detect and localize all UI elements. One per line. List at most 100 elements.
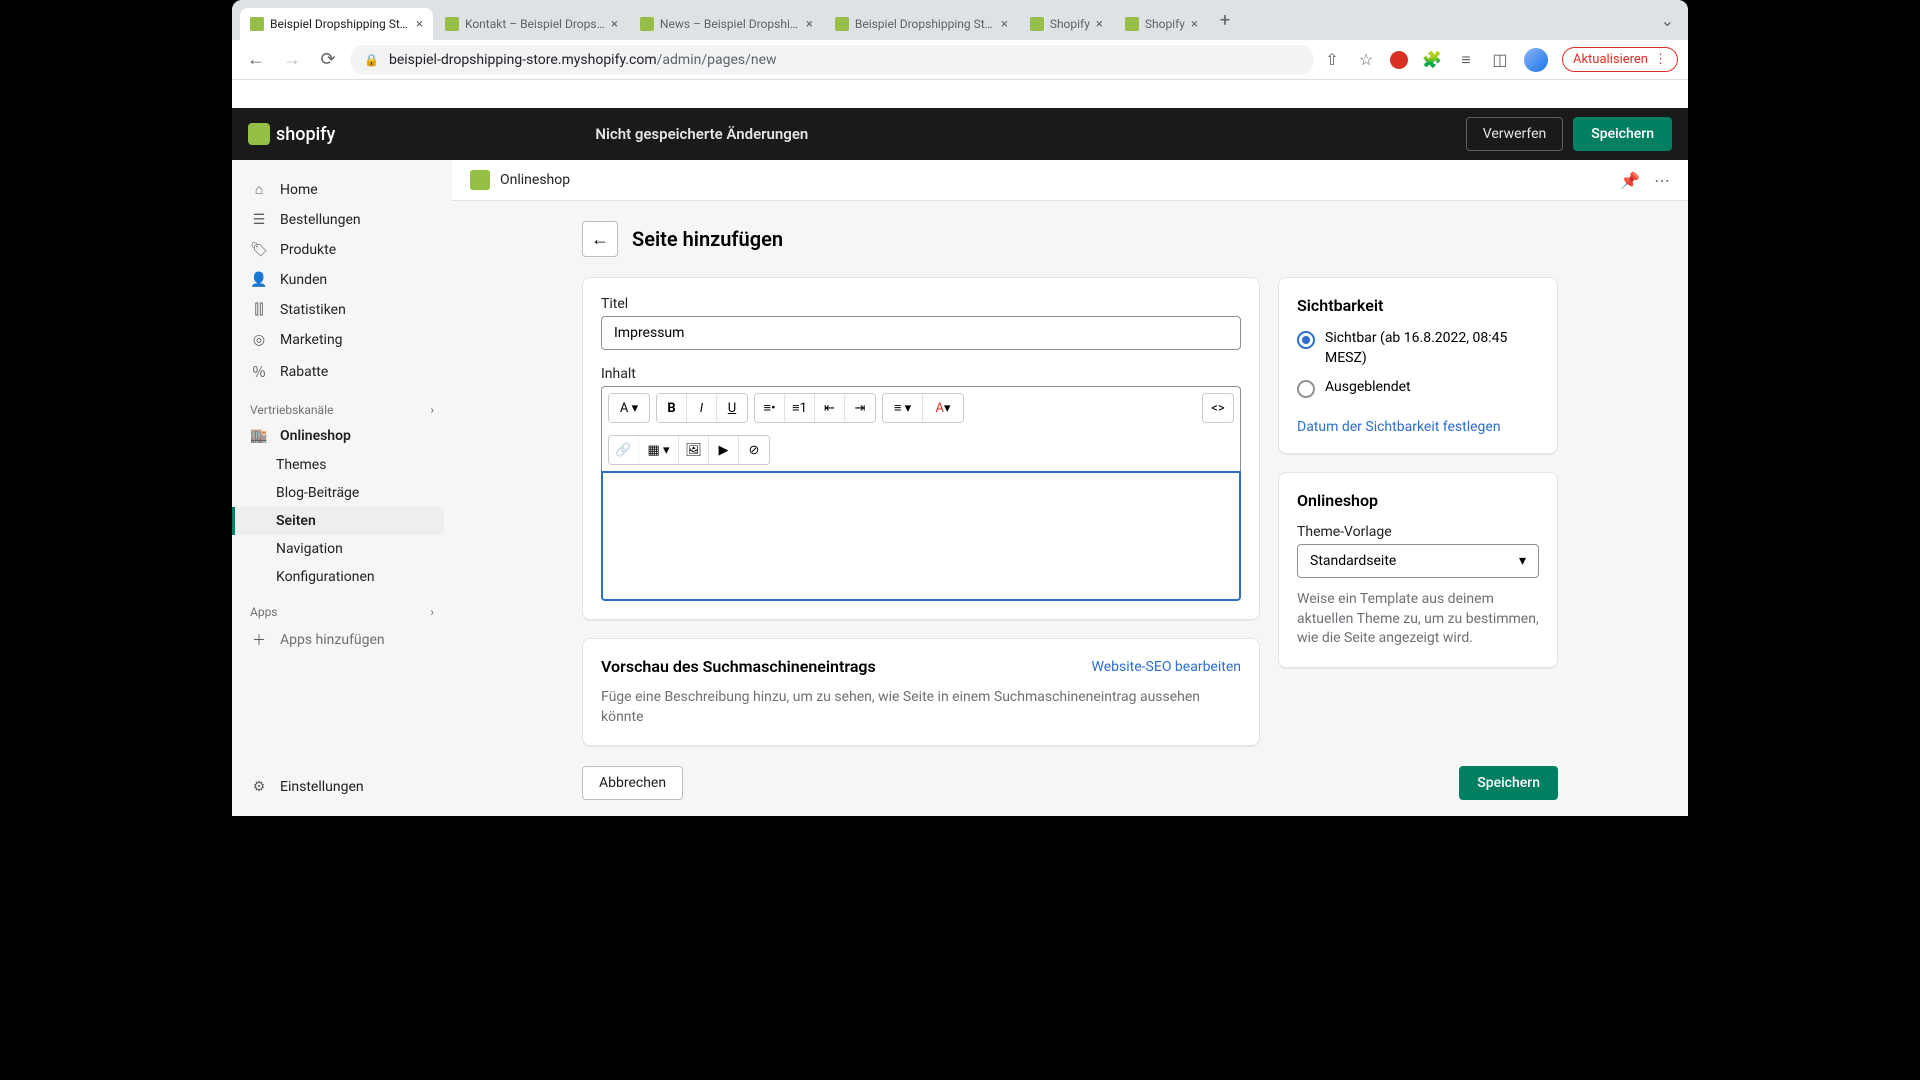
close-icon[interactable]: × bbox=[611, 17, 618, 32]
percent-icon: ％ bbox=[250, 362, 268, 382]
content-area: Onlineshop 📌 ⋯ ← Seite hinzufügen Titel … bbox=[452, 160, 1688, 816]
sidebar-sub-blog[interactable]: Blog-Beiträge bbox=[232, 479, 452, 507]
discard-button[interactable]: Verwerfen bbox=[1466, 117, 1564, 151]
sidebar-sub-config[interactable]: Konfigurationen bbox=[232, 563, 452, 591]
rte-italic-button[interactable]: I bbox=[687, 394, 717, 422]
radio-label: Ausgeblendet bbox=[1325, 378, 1411, 398]
sidepanel-icon[interactable]: ◫ bbox=[1490, 50, 1510, 69]
sidebar-item-label: Bestellungen bbox=[280, 212, 361, 228]
radio-label: Sichtbar (ab 16.8.2022, 08:45 MESZ) bbox=[1325, 329, 1539, 368]
sidebar-item-discounts[interactable]: ％ Rabatte bbox=[232, 355, 452, 389]
sidebar-item-label: Marketing bbox=[280, 332, 343, 348]
favicon-icon bbox=[835, 17, 849, 31]
browser-tab-2[interactable]: News – Beispiel Dropshipp × bbox=[630, 8, 823, 40]
title-input[interactable] bbox=[601, 316, 1241, 350]
sidebar-section-channels: Vertriebskanäle › bbox=[232, 389, 452, 421]
sidebar-item-settings[interactable]: ⚙Einstellungen bbox=[232, 772, 452, 802]
close-icon[interactable]: × bbox=[806, 17, 813, 32]
browser-tab-4[interactable]: Shopify × bbox=[1020, 8, 1113, 40]
rte-link-button[interactable]: 🔗 bbox=[609, 436, 639, 464]
chevron-right-icon[interactable]: › bbox=[430, 403, 434, 417]
visibility-card: Sichtbarkeit Sichtbar (ab 16.8.2022, 08:… bbox=[1278, 277, 1558, 454]
rte-outdent-button[interactable]: ⇤ bbox=[815, 394, 845, 422]
shopify-logo[interactable]: shopify bbox=[248, 123, 335, 145]
save-button-bottom[interactable]: Speichern bbox=[1459, 766, 1558, 800]
favicon-icon bbox=[640, 17, 654, 31]
tab-title: Shopify bbox=[1145, 17, 1185, 31]
close-icon[interactable]: × bbox=[1191, 17, 1198, 32]
chevron-down-icon: ▾ bbox=[1519, 553, 1526, 569]
template-heading: Onlineshop bbox=[1297, 491, 1539, 510]
radio-icon bbox=[1297, 331, 1315, 349]
pin-icon[interactable]: 📌 bbox=[1620, 171, 1640, 190]
rte-video-button[interactable]: ▶ bbox=[709, 436, 739, 464]
extension-icon[interactable] bbox=[1390, 51, 1408, 69]
sidebar-sub-pages[interactable]: Seiten bbox=[232, 507, 444, 535]
new-tab-button[interactable]: + bbox=[1210, 10, 1240, 31]
sidebar-item-products[interactable]: 🏷Produkte bbox=[232, 235, 452, 265]
template-select[interactable]: Standardseite ▾ bbox=[1297, 544, 1539, 578]
more-icon[interactable]: ⋯ bbox=[1654, 171, 1670, 190]
set-visibility-date-link[interactable]: Datum der Sichtbarkeit festlegen bbox=[1297, 419, 1501, 435]
rte-image-button[interactable]: 🖼 bbox=[679, 436, 709, 464]
section-label: Vertriebskanäle bbox=[250, 403, 333, 417]
cancel-button[interactable]: Abbrechen bbox=[582, 766, 683, 800]
seo-edit-link[interactable]: Website-SEO bearbeiten bbox=[1092, 659, 1241, 675]
back-button[interactable]: ← bbox=[582, 221, 618, 257]
url-input[interactable]: 🔒 beispiel-dropshipping-store.myshopify.… bbox=[350, 45, 1314, 75]
visibility-hidden-option[interactable]: Ausgeblendet bbox=[1297, 378, 1539, 398]
chevron-right-icon[interactable]: › bbox=[430, 605, 434, 619]
rte-indent-button[interactable]: ⇥ bbox=[845, 394, 875, 422]
sidebar-item-label: Rabatte bbox=[280, 364, 328, 380]
sidebar-item-customers[interactable]: 👤Kunden bbox=[232, 265, 452, 295]
sidebar-item-marketing[interactable]: ◎Marketing bbox=[232, 325, 452, 355]
sidebar-item-label: Statistiken bbox=[280, 302, 346, 318]
bookmark-icon[interactable]: ☆ bbox=[1356, 50, 1376, 69]
sidebar-item-home[interactable]: ⌂Home bbox=[232, 174, 452, 205]
sidebar-item-label: Apps hinzufügen bbox=[280, 632, 385, 648]
reading-list-icon[interactable]: ≡ bbox=[1456, 50, 1476, 70]
sidebar-item-analytics[interactable]: ⫿⫿Statistiken bbox=[232, 295, 452, 325]
visibility-visible-option[interactable]: Sichtbar (ab 16.8.2022, 08:45 MESZ) bbox=[1297, 329, 1539, 368]
rte-clear-button[interactable]: ⊘ bbox=[739, 436, 769, 464]
rte-color-button[interactable]: A ▾ bbox=[923, 394, 963, 422]
sidebar-sub-themes[interactable]: Themes bbox=[232, 451, 452, 479]
title-label: Titel bbox=[601, 296, 1241, 312]
app-topbar: shopify Nicht gespeicherte Änderungen Ve… bbox=[232, 108, 1688, 160]
url-path: /admin/pages/new bbox=[657, 52, 777, 68]
tabs-dropdown-icon[interactable]: ⌄ bbox=[1647, 11, 1688, 30]
rte-toolbar-row2: 🔗 ▦ ▾ 🖼 ▶ ⊘ bbox=[601, 429, 1241, 471]
close-icon[interactable]: × bbox=[1096, 17, 1103, 32]
rte-bullet-list-button[interactable]: ≡• bbox=[755, 394, 785, 422]
extensions-icon[interactable]: 🧩 bbox=[1422, 50, 1442, 69]
browser-toolbar: ⇧ ☆ 🧩 ≡ ◫ Aktualisieren ⋮ bbox=[1322, 47, 1678, 72]
rte-bold-button[interactable]: B bbox=[657, 394, 687, 422]
rte-number-list-button[interactable]: ≡1 bbox=[785, 394, 815, 422]
sidebar-sub-navigation[interactable]: Navigation bbox=[232, 535, 452, 563]
rte-underline-button[interactable]: U bbox=[717, 394, 747, 422]
store-icon bbox=[470, 170, 490, 190]
browser-tab-5[interactable]: Shopify × bbox=[1115, 8, 1208, 40]
rte-table-button[interactable]: ▦ ▾ bbox=[639, 436, 679, 464]
store-icon: 🏬 bbox=[250, 428, 268, 444]
select-value: Standardseite bbox=[1310, 553, 1396, 569]
close-icon[interactable]: × bbox=[1001, 17, 1008, 32]
rte-paragraph-button[interactable]: A ▾ bbox=[609, 394, 649, 422]
profile-avatar[interactable] bbox=[1524, 48, 1548, 72]
reload-icon[interactable]: ⟳ bbox=[314, 49, 342, 70]
tag-icon: 🏷 bbox=[250, 242, 268, 258]
browser-tab-3[interactable]: Beispiel Dropshipping Store × bbox=[825, 8, 1018, 40]
sidebar-item-orders[interactable]: ☰Bestellungen bbox=[232, 205, 452, 235]
back-icon[interactable]: ← bbox=[242, 49, 270, 70]
update-button[interactable]: Aktualisieren ⋮ bbox=[1562, 47, 1678, 72]
content-editor[interactable] bbox=[601, 471, 1241, 601]
rte-html-button[interactable]: <> bbox=[1203, 394, 1233, 422]
close-icon[interactable]: × bbox=[416, 17, 423, 32]
browser-tab-1[interactable]: Kontakt – Beispiel Dropship × bbox=[435, 8, 628, 40]
share-icon[interactable]: ⇧ bbox=[1322, 50, 1342, 69]
save-button-top[interactable]: Speichern bbox=[1573, 117, 1672, 151]
sidebar-item-add-apps[interactable]: ＋Apps hinzufügen bbox=[232, 623, 452, 657]
rte-align-button[interactable]: ≡ ▾ bbox=[883, 394, 923, 422]
browser-tab-0[interactable]: Beispiel Dropshipping Store × bbox=[240, 8, 433, 40]
sidebar-item-onlineshop[interactable]: 🏬Onlineshop bbox=[232, 421, 452, 451]
